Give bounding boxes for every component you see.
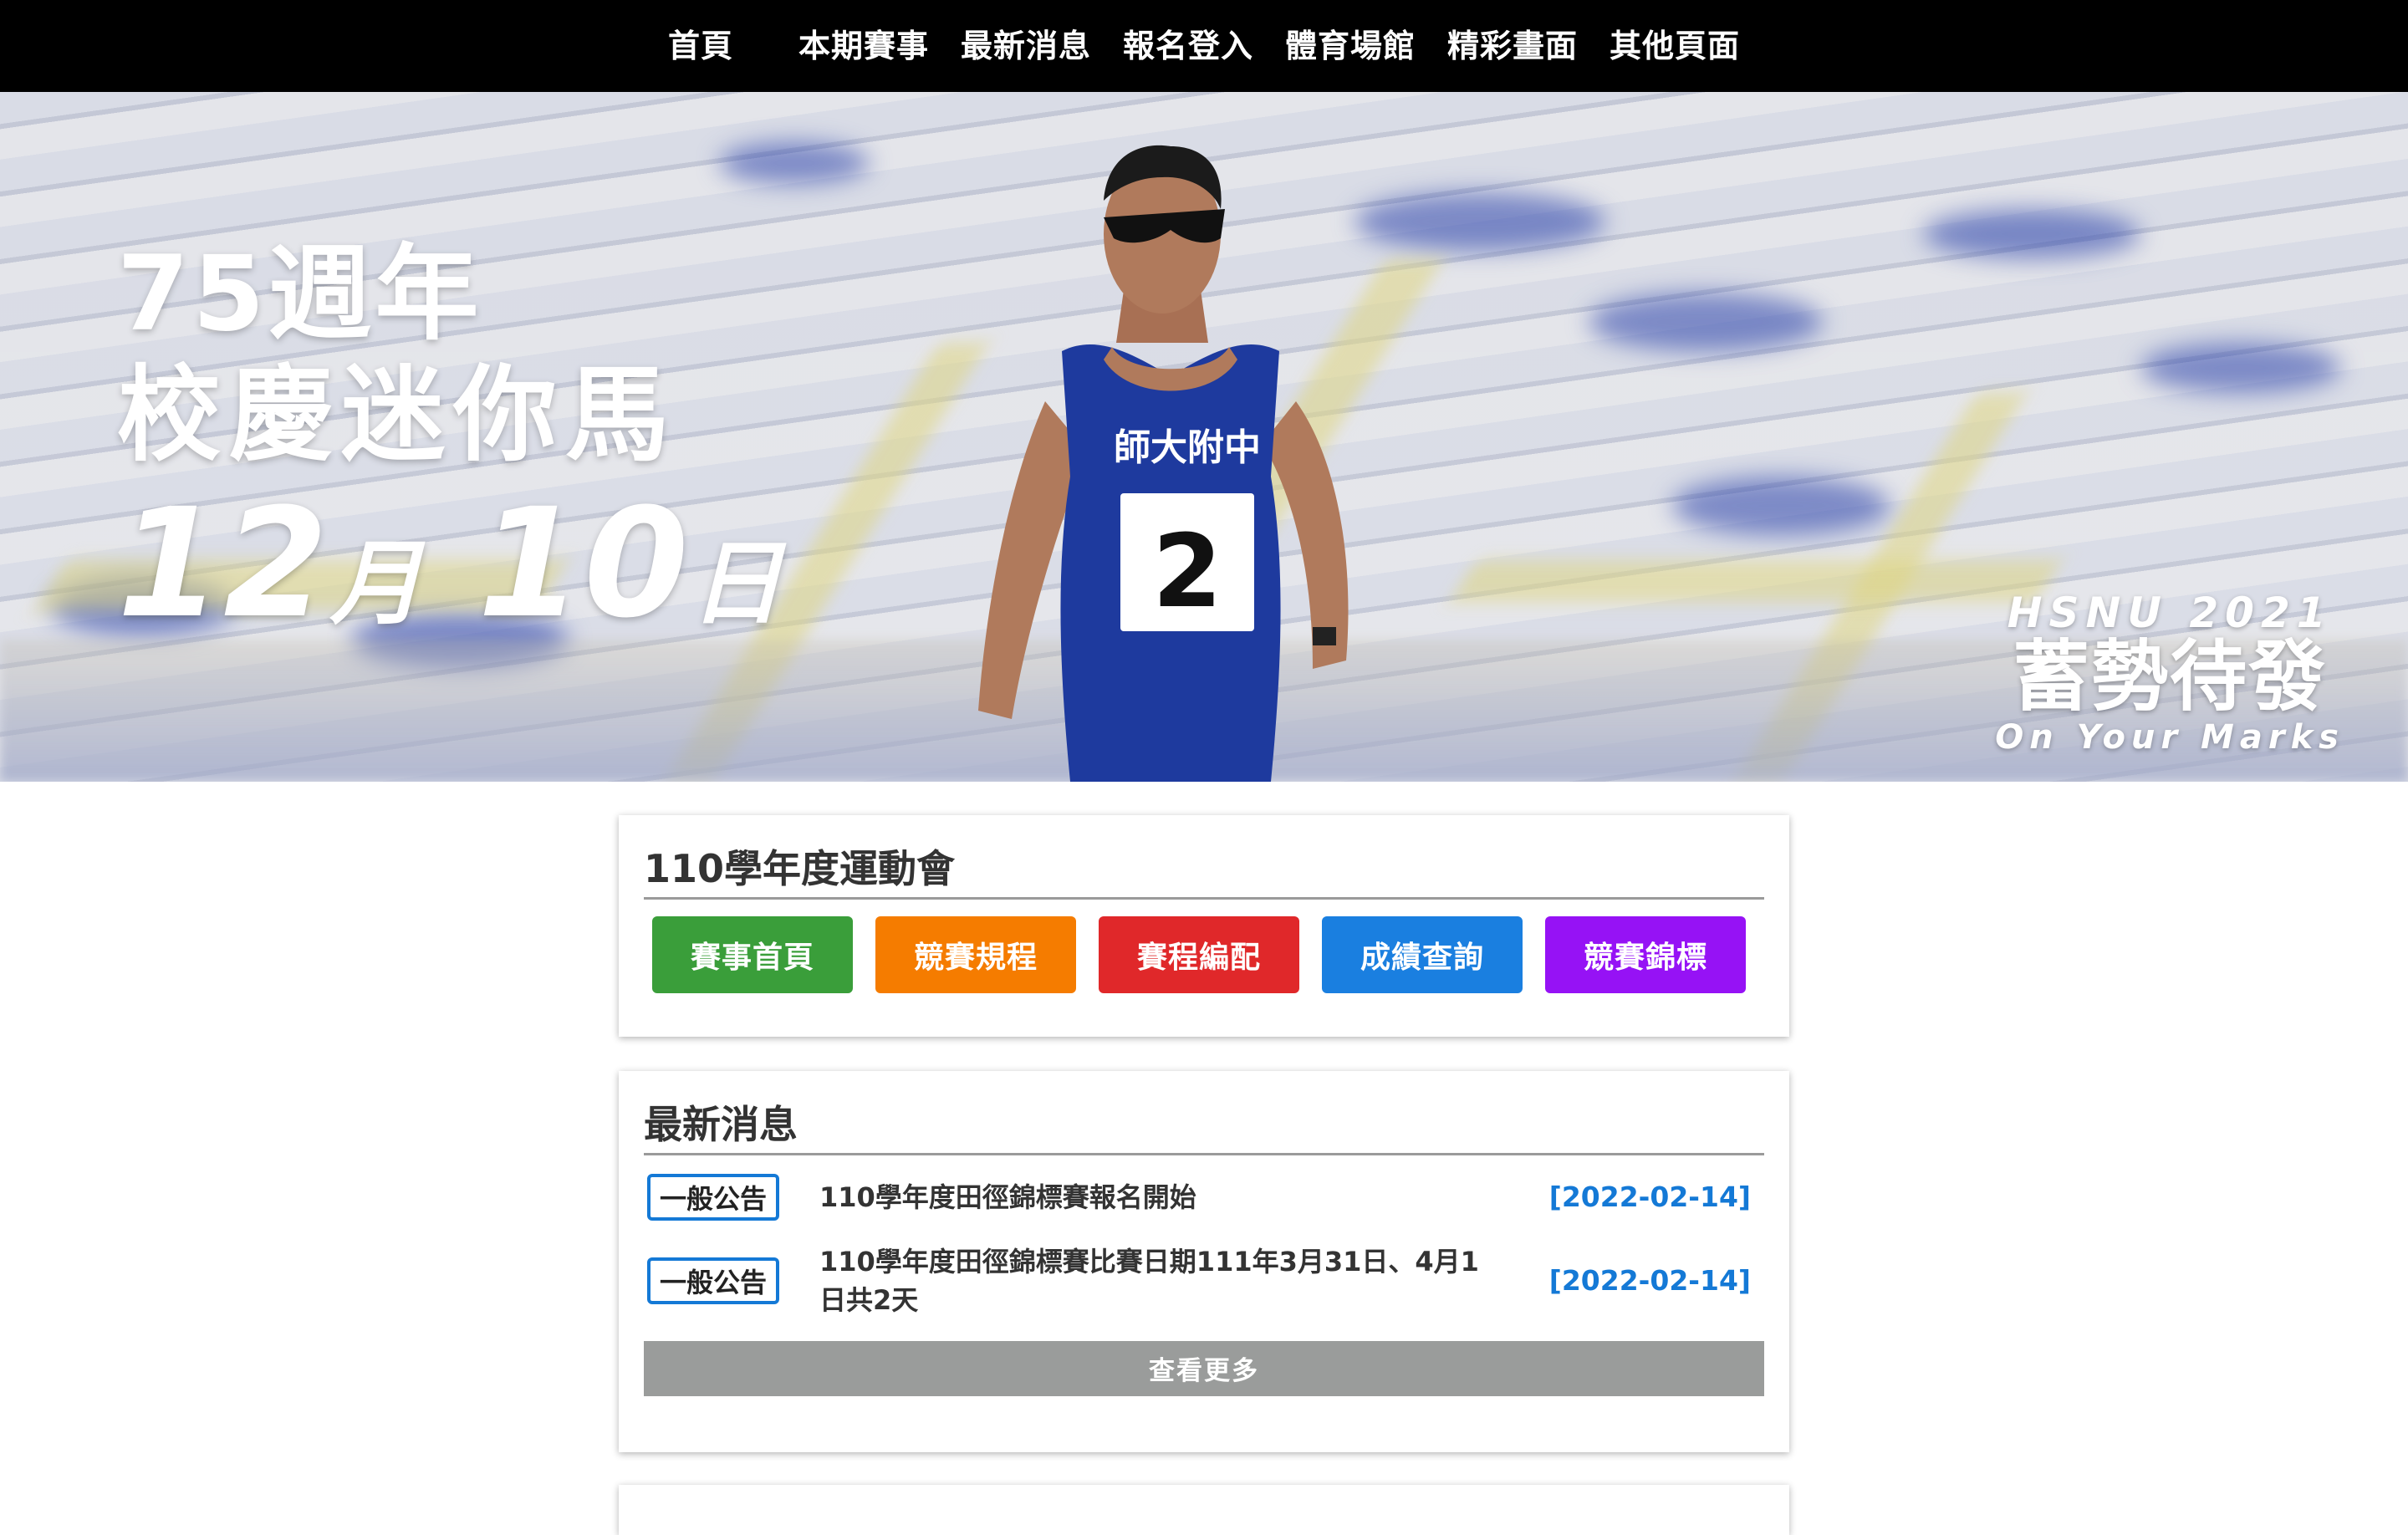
background-seats	[1589, 293, 1823, 351]
background-railing	[1450, 560, 2062, 602]
tagline-hsnu: HSNU 2021	[2007, 589, 2333, 638]
view-more-button[interactable]: 查看更多	[644, 1340, 1764, 1396]
nav-item-latest-news[interactable]: 最新消息	[945, 0, 1107, 92]
next-card	[619, 1485, 1789, 1535]
schedule-button[interactable]: 賽程編配	[1099, 915, 1299, 993]
date-day-unit: 日	[690, 530, 784, 637]
news-date[interactable]: [2022-02-14]	[1549, 1264, 1751, 1297]
tagline-english: On Your Marks	[1995, 718, 2344, 757]
news-category-badge: 一般公告	[647, 1173, 779, 1221]
jersey-text: 師大附中	[1114, 426, 1261, 469]
background-seats	[1923, 209, 2140, 259]
top-navigation: 首頁 本期賽事 最新消息 報名登入 體育場館 精彩畫面 其他頁面	[0, 0, 2408, 92]
nav-item-registration-login[interactable]: 報名登入	[1107, 0, 1269, 92]
date-month-number: 12	[117, 477, 330, 651]
news-title-link[interactable]: 110學年度田徑錦標賽比賽日期111年3月31日、4月1 日共2天	[819, 1242, 1513, 1319]
nav-item-sports-venues[interactable]: 體育場館	[1269, 0, 1431, 92]
nav-menu: 首頁 本期賽事 最新消息 報名登入 體育場館 精彩畫面 其他頁面	[652, 0, 1756, 92]
news-date[interactable]: [2022-02-14]	[1549, 1181, 1751, 1213]
nav-item-highlights[interactable]: 精彩畫面	[1431, 0, 1594, 92]
hero-event-date: 12月 10日	[117, 477, 784, 651]
news-category-badge: 一般公告	[647, 1257, 779, 1304]
bib-number: 2	[1152, 514, 1222, 630]
competition-rules-button[interactable]: 競賽規程	[875, 915, 1076, 993]
results-query-button[interactable]: 成績查詢	[1322, 915, 1523, 993]
hero-tagline: HSNU 2021 蓄勢待發 On Your Marks	[1995, 589, 2344, 757]
background-seats	[719, 142, 870, 184]
news-title-link[interactable]: 110學年度田徑錦標賽報名開始	[819, 1178, 1513, 1216]
date-month-unit: 月	[329, 530, 424, 637]
background-seats	[2140, 343, 2341, 393]
news-list: 一般公告 110學年度田徑錦標賽報名開始 [2022-02-14] 一般公告 1…	[644, 1155, 1764, 1323]
nav-item-home[interactable]: 首頁	[652, 0, 749, 92]
nav-item-current-events[interactable]: 本期賽事	[783, 0, 945, 92]
news-item: 一般公告 110學年度田徑錦標賽報名開始 [2022-02-14]	[644, 1155, 1764, 1239]
hero-banner: 75週年 校慶迷你馬 12月 10日 2 師大附中 HSNU 2021 蓄勢待發…	[0, 92, 2408, 782]
event-home-button[interactable]: 賽事首頁	[652, 915, 853, 993]
hero-headline-event: 校慶迷你馬	[117, 355, 678, 476]
background-seats	[1672, 477, 1890, 535]
tagline-slogan: 蓄勢待發	[2013, 632, 2328, 722]
nav-item-other-pages[interactable]: 其他頁面	[1594, 0, 1756, 92]
championship-button[interactable]: 競賽錦標	[1545, 915, 1746, 993]
news-card-title: 最新消息	[644, 1071, 1764, 1155]
event-card: 110學年度運動會 賽事首頁 競賽規程 賽程編配 成績查詢 競賽錦標	[619, 815, 1789, 1037]
event-button-row: 賽事首頁 競賽規程 賽程編配 成績查詢 競賽錦標	[652, 915, 1746, 993]
date-day-number: 10	[477, 477, 691, 651]
news-card: 最新消息 一般公告 110學年度田徑錦標賽報名開始 [2022-02-14] 一…	[619, 1071, 1789, 1452]
runner-photo: 2 師大附中	[978, 145, 1349, 782]
news-item: 一般公告 110學年度田徑錦標賽比賽日期111年3月31日、4月1 日共2天 […	[644, 1239, 1764, 1323]
event-card-title: 110學年度運動會	[644, 815, 1764, 900]
